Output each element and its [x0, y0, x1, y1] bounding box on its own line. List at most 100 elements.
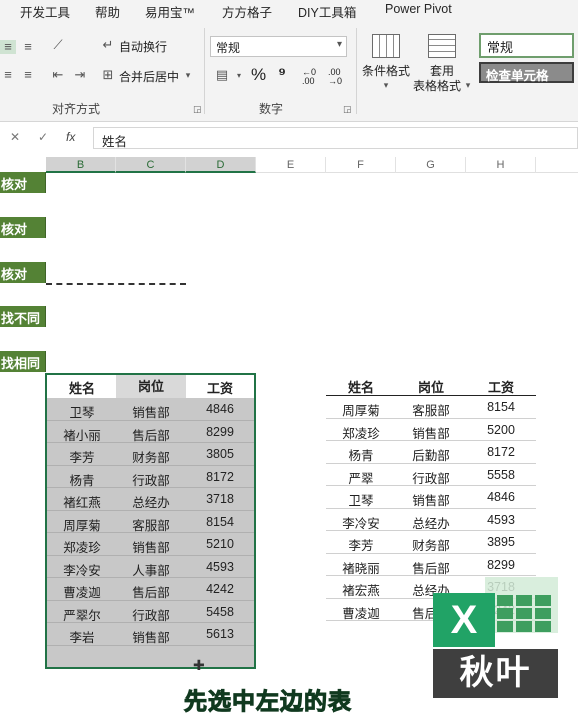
cell-name[interactable]: 褚小丽: [47, 425, 117, 444]
check-button-3[interactable]: 核对: [0, 262, 46, 283]
cell-name[interactable]: 李芳: [326, 535, 396, 554]
cell-position[interactable]: 总经办: [396, 513, 466, 532]
cell-name[interactable]: 李冷安: [47, 560, 117, 579]
conditional-format-icon[interactable]: [372, 34, 400, 58]
cell-name[interactable]: 郑凌珍: [47, 537, 117, 556]
table-row[interactable]: 郑凌珍 销售部 5210: [47, 533, 254, 556]
cell-position[interactable]: 财务部: [396, 535, 466, 554]
cell-salary[interactable]: 3718: [185, 492, 255, 506]
increase-indent-icon[interactable]: ⇥: [72, 68, 88, 82]
cell-name[interactable]: 褚宏燕: [326, 580, 396, 599]
insert-function-icon[interactable]: fx: [66, 130, 75, 144]
format-as-table-icon[interactable]: [428, 34, 456, 58]
table-row[interactable]: 曹凌迦售后部4242: [47, 578, 254, 601]
cell-name[interactable]: 曹凌迦: [326, 603, 396, 622]
confirm-icon[interactable]: ✓: [38, 130, 48, 144]
table-row[interactable]: 李芳 财务部 3895: [326, 531, 536, 554]
formula-input[interactable]: 姓名: [93, 127, 578, 149]
cell-position[interactable]: 后勤部: [396, 445, 466, 464]
header-position[interactable]: 岗位: [116, 375, 186, 398]
chevron-down-icon[interactable]: ▾: [180, 68, 196, 82]
cell-position[interactable]: 人事部: [116, 560, 186, 579]
cell-position[interactable]: 售后部: [116, 425, 186, 444]
table-row[interactable]: 严翠 行政部 5558: [326, 464, 536, 487]
cell-salary[interactable]: 8299: [185, 425, 255, 439]
table-row[interactable]: 李冷安 总经办 4593: [326, 509, 536, 532]
cell-name[interactable]: 曹凌迦: [47, 582, 117, 601]
chevron-down-icon[interactable]: ▾: [460, 78, 476, 92]
column-header-b[interactable]: B: [46, 157, 116, 173]
header-salary[interactable]: 工资: [185, 378, 255, 397]
cell-salary[interactable]: 3805: [185, 447, 255, 461]
table-row[interactable]: 李岩 销售部 5613: [47, 623, 254, 646]
cell-salary[interactable]: 8154: [466, 400, 536, 414]
menu-power-pivot[interactable]: Power Pivot: [385, 2, 452, 16]
table-row[interactable]: 褚红燕 总经办 3718: [47, 488, 254, 511]
left-table[interactable]: 姓名 岗位 工资 卫琴 销售部 4846 褚小丽 售后部 8299 李芳 财务部 3805 杨青行…: [45, 373, 256, 669]
cell-position[interactable]: 行政部: [116, 605, 186, 624]
cell-position[interactable]: 销售部: [116, 627, 186, 646]
cell-position[interactable]: 客服部: [396, 400, 466, 419]
header-name[interactable]: 姓名: [47, 378, 117, 397]
percent-button[interactable]: %: [251, 65, 266, 85]
table-row[interactable]: 卫琴 销售部 4846: [326, 486, 536, 509]
merge-center-button[interactable]: 合并后居中: [119, 68, 179, 85]
cell-position[interactable]: 销售部: [396, 490, 466, 509]
find-same-button[interactable]: 找相同: [0, 351, 46, 372]
cell-salary[interactable]: 4593: [466, 513, 536, 527]
cell-name[interactable]: 李岩: [47, 627, 117, 646]
column-header-h[interactable]: H: [466, 157, 536, 173]
align-middle-icon[interactable]: ≡: [20, 40, 36, 54]
column-header-d[interactable]: D: [186, 157, 256, 173]
cell-name[interactable]: 周厚菊: [326, 400, 396, 419]
cell-salary[interactable]: 4242: [185, 582, 255, 596]
column-header-c[interactable]: C: [116, 157, 186, 173]
table-row[interactable]: 李冷安 人事部 4593: [47, 556, 255, 579]
cell-position[interactable]: 销售部: [396, 423, 466, 442]
cell-name[interactable]: 严翠: [326, 468, 396, 487]
cell-name[interactable]: 杨青: [47, 470, 117, 489]
chevron-down-icon[interactable]: ▾: [378, 78, 394, 92]
cell-salary[interactable]: 4846: [466, 490, 536, 504]
cell-name[interactable]: 严翠尔: [47, 605, 117, 624]
table-row[interactable]: 李芳 财务部 3805: [47, 443, 254, 466]
table-row[interactable]: 周厚菊 客服部 8154: [326, 396, 536, 419]
cell-salary[interactable]: 8172: [466, 445, 536, 459]
column-header-e[interactable]: E: [256, 157, 326, 173]
cell-salary[interactable]: 5200: [466, 423, 536, 437]
decrease-indent-icon[interactable]: ⇤: [50, 68, 66, 82]
cell-name[interactable]: 卫琴: [326, 490, 396, 509]
increase-decimal-button[interactable]: ←0 .00: [302, 68, 324, 86]
accounting-format-icon[interactable]: ▤: [214, 68, 230, 82]
comma-button[interactable]: ⁹: [278, 64, 286, 84]
cell-name[interactable]: 褚晓丽: [326, 558, 396, 577]
table-row[interactable]: 周厚菊 客服部 8154: [47, 511, 254, 533]
cell-name[interactable]: 卫琴: [47, 402, 117, 421]
cell-salary[interactable]: 5458: [185, 605, 255, 619]
header-name[interactable]: 姓名: [326, 377, 396, 396]
cell-position[interactable]: 售后部: [396, 558, 466, 577]
check-button-1[interactable]: 核对: [0, 172, 46, 193]
cell-salary[interactable]: 4593: [185, 560, 255, 574]
menu-help[interactable]: 帮助: [95, 2, 120, 21]
menu-fangfang[interactable]: 方方格子: [222, 2, 272, 21]
cell-salary[interactable]: 8172: [185, 470, 255, 484]
cell-position[interactable]: 财务部: [116, 447, 186, 466]
cell-salary[interactable]: 5210: [185, 537, 255, 551]
table-row[interactable]: 杨青 行政部 8172: [47, 466, 255, 489]
cell-name[interactable]: 李冷安: [326, 513, 396, 532]
cell-style-normal[interactable]: 常规: [479, 33, 574, 58]
table-row[interactable]: 卫琴 销售部 4846: [47, 398, 254, 421]
number-format-select[interactable]: 常规 ▾: [210, 36, 347, 57]
header-position[interactable]: 岗位: [396, 377, 466, 396]
check-button-2[interactable]: 核对: [0, 217, 46, 238]
cell-position[interactable]: 售后部: [116, 582, 186, 601]
cell-salary[interactable]: 4846: [185, 402, 255, 416]
menu-developer[interactable]: 开发工具: [20, 2, 70, 21]
format-as-table-label-2[interactable]: 表格格式: [413, 77, 461, 94]
cell-name[interactable]: 郑凌珍: [326, 423, 396, 442]
cell-position[interactable]: 销售部: [116, 537, 186, 556]
cell-salary[interactable]: 5558: [466, 468, 536, 482]
menu-diy-toolbox[interactable]: DIY工具箱: [298, 2, 356, 21]
find-differences-button[interactable]: 找不同: [0, 306, 46, 327]
